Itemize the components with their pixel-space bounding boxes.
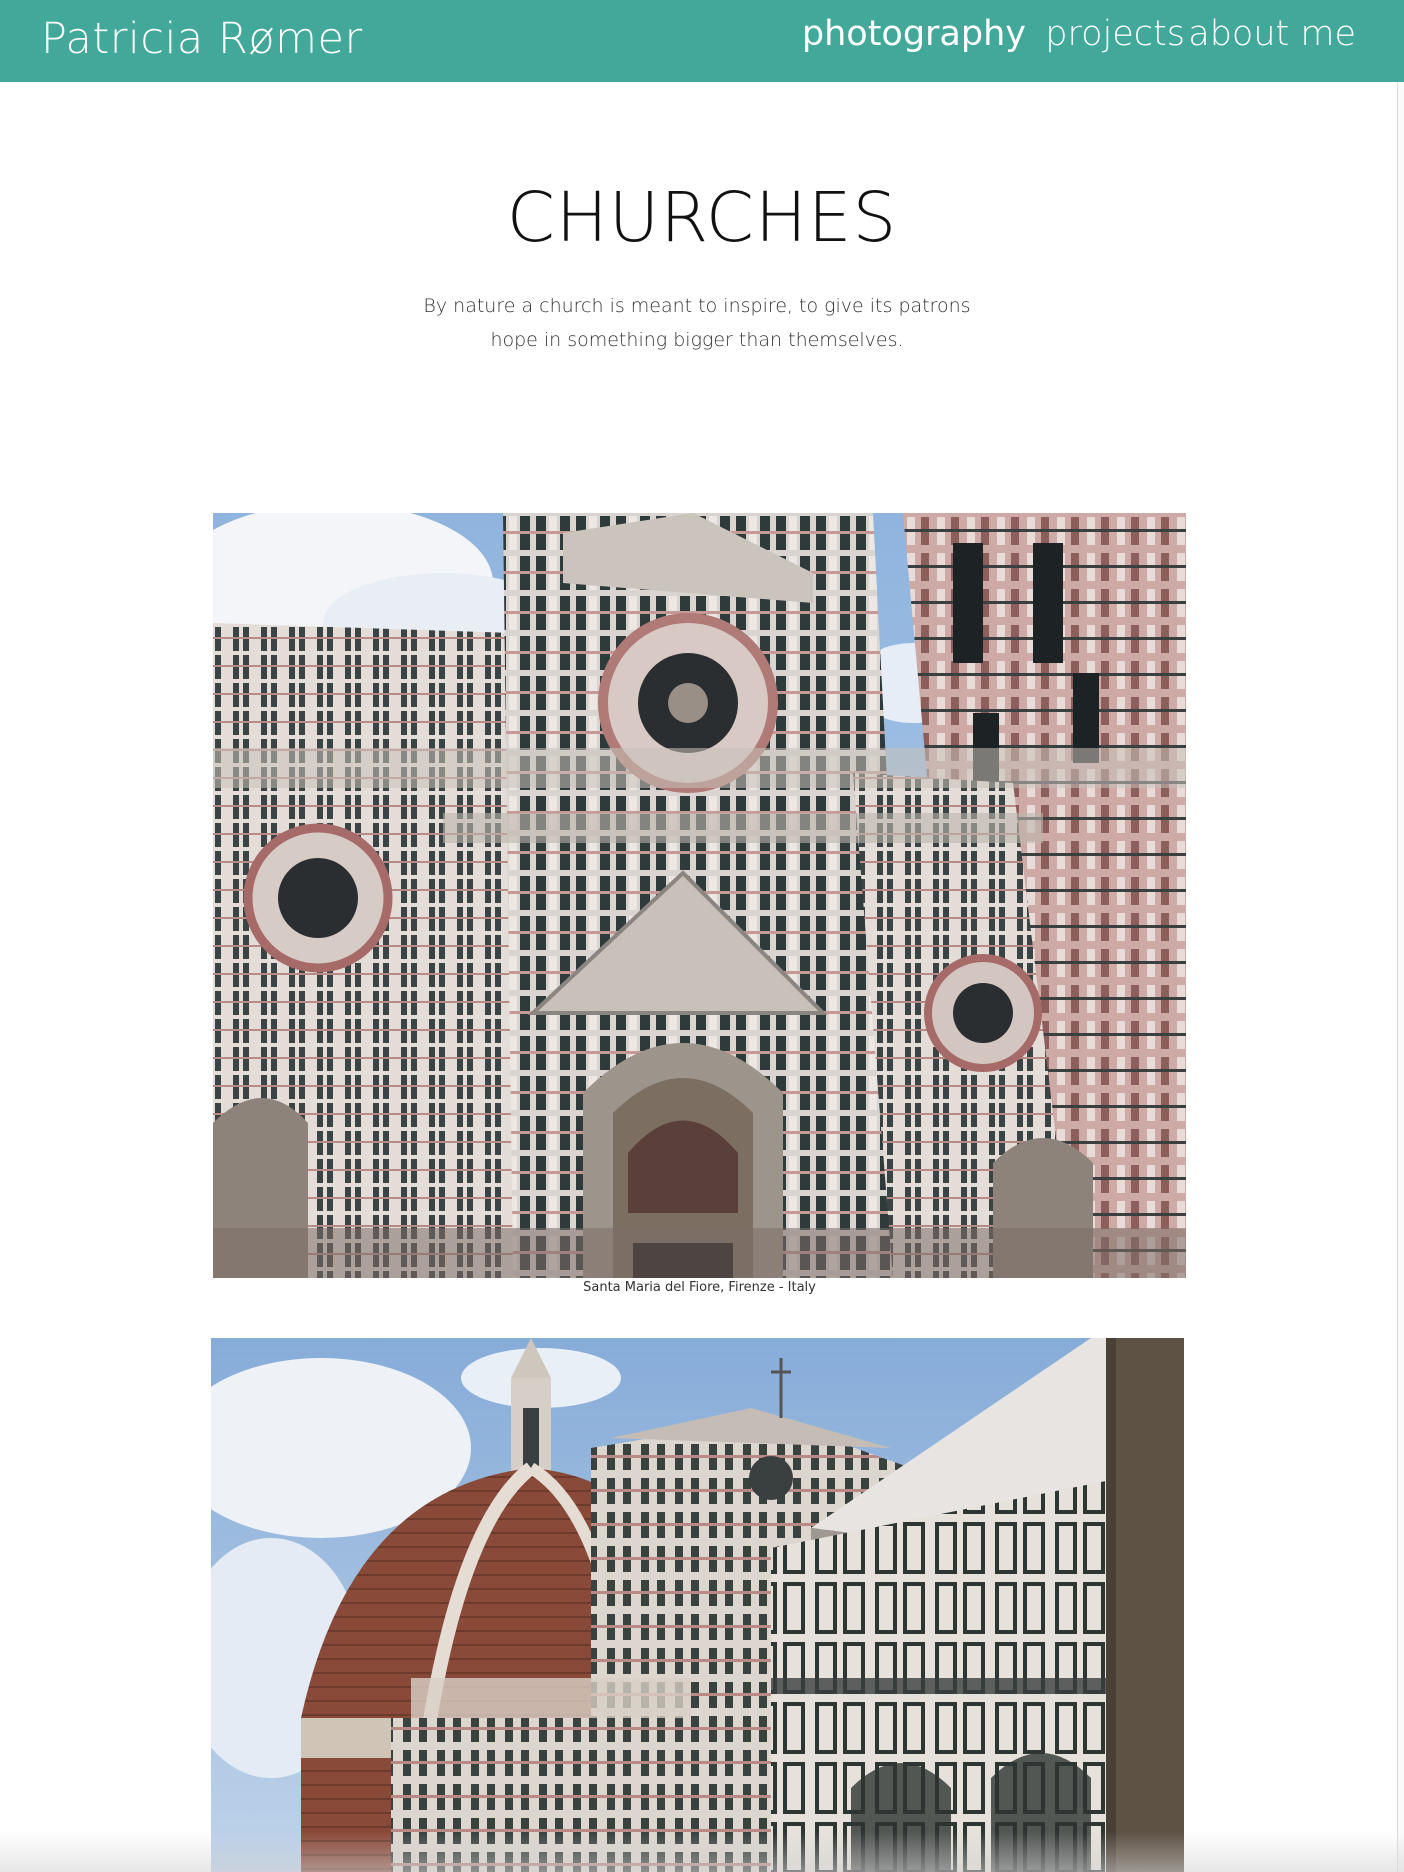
nav-item-about-me[interactable]: about me <box>1188 14 1356 54</box>
photo-dome-baptistery[interactable] <box>211 1338 1184 1872</box>
site-name-link[interactable]: Patricia Rømer <box>41 14 363 64</box>
site-header: Patricia Rømer photography projects abou… <box>0 0 1404 82</box>
nav-item-projects[interactable]: projects <box>1045 14 1185 54</box>
page-title: CHURCHES <box>506 178 898 258</box>
nav-item-photography[interactable]: photography <box>802 14 1026 54</box>
page-scrollbar[interactable] <box>1397 82 1404 1872</box>
photo-caption: Santa Maria del Fiore, Firenze - Italy <box>583 1280 816 1295</box>
photo-cathedral-facade[interactable] <box>213 513 1186 1278</box>
page-intro: By nature a church is meant to inspire, … <box>423 295 971 351</box>
